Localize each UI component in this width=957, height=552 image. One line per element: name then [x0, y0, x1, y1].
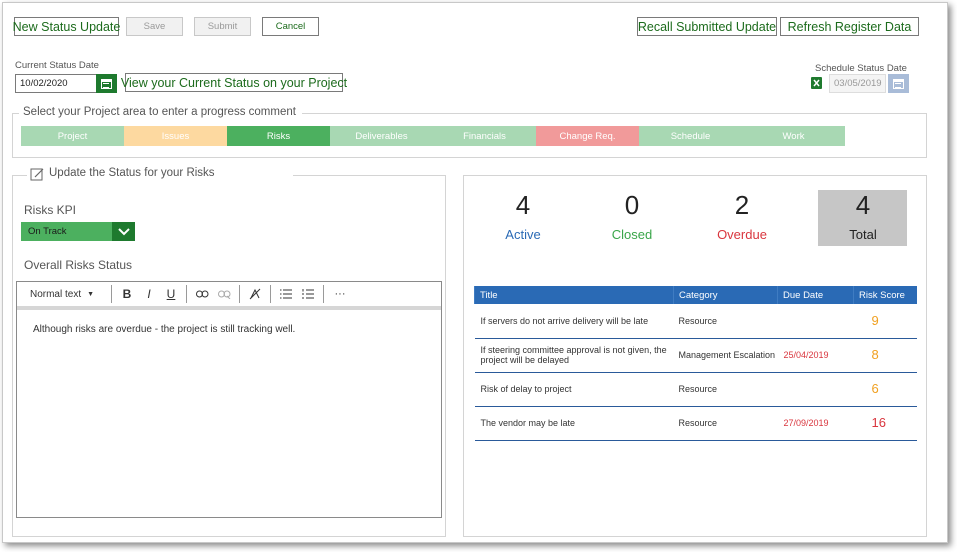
calendar-button[interactable]: [96, 74, 117, 93]
rich-text-editor[interactable]: Normal text ▼ B I U ··· Although risks a…: [16, 281, 442, 518]
bullet-list-icon[interactable]: [275, 284, 297, 304]
table-row[interactable]: Risk of delay to project Resource 6: [474, 372, 917, 407]
clear-formatting-icon[interactable]: [244, 284, 266, 304]
risk-title-cell: Risk of delay to project: [474, 372, 674, 407]
refresh-register-data-button[interactable]: Refresh Register Data: [780, 17, 919, 36]
schedule-status-date-label: Schedule Status Date: [815, 63, 907, 74]
overall-risks-status-label: Overall Risks Status: [24, 258, 133, 272]
column-header-risk-score[interactable]: Risk Score: [853, 286, 917, 304]
table-row[interactable]: If servers do not arrive delivery will b…: [474, 304, 917, 339]
risk-due-date-cell: 25/04/2019: [777, 338, 854, 373]
risk-due-date-cell: [777, 304, 854, 339]
risk-score-cell: 8: [853, 338, 917, 373]
cancel-button[interactable]: Cancel: [262, 17, 319, 36]
tab-risks[interactable]: Risks: [227, 126, 330, 146]
bold-button[interactable]: B: [116, 284, 138, 304]
update-status-legend: Update the Status for your Risks: [27, 167, 293, 179]
italic-button[interactable]: I: [138, 284, 160, 304]
view-current-status-button[interactable]: View your Current Status on your Project: [121, 73, 347, 92]
toolbar-divider: [270, 285, 271, 303]
table-row[interactable]: The vendor may be late Resource 27/09/2019…: [474, 406, 917, 441]
risk-category-cell: Resource: [673, 406, 778, 441]
tab-financials[interactable]: Financials: [433, 126, 536, 146]
closed-label: Closed: [611, 227, 653, 242]
risk-score-cell: 9: [853, 304, 917, 339]
edit-icon: [30, 168, 44, 181]
project-area-legend: Select your Project area to enter a prog…: [19, 106, 302, 118]
toolbar-divider: [323, 285, 324, 303]
numbered-list-icon[interactable]: [297, 284, 319, 304]
more-options-button[interactable]: ···: [328, 284, 352, 304]
unlink-icon[interactable]: [213, 284, 235, 304]
risk-category-cell: Management Escalation: [673, 338, 778, 373]
text-style-value: Normal text: [29, 288, 82, 300]
column-header-category[interactable]: Category: [673, 286, 778, 304]
column-header-due-date[interactable]: Due Date: [777, 286, 854, 304]
chevron-down-icon[interactable]: [112, 222, 135, 241]
total-label: Total: [849, 227, 877, 242]
tab-deliverables[interactable]: Deliverables: [330, 126, 433, 146]
link-icon[interactable]: [191, 284, 213, 304]
overdue-count: 2: [734, 190, 750, 220]
risks-kpi-select[interactable]: On Track: [21, 222, 135, 241]
editor-content[interactable]: Although risks are overdue - the project…: [33, 324, 295, 335]
risk-due-date-cell: 27/09/2019: [777, 406, 854, 441]
tab-project[interactable]: Project: [21, 126, 124, 146]
schedule-status-date-input: 03/05/2019: [829, 74, 886, 93]
calendar-icon: [101, 78, 112, 89]
recall-submitted-update-button[interactable]: Recall Submitted Update: [637, 17, 777, 36]
risks-table: Title Category Due Date Risk Score If se…: [474, 286, 917, 441]
risk-title-cell: If steering committee approval is not gi…: [474, 338, 674, 373]
editor-toolbar: Normal text ▼ B I U ···: [17, 282, 441, 310]
caret-down-icon: ▼: [87, 290, 95, 298]
table-row[interactable]: If steering committee approval is not gi…: [474, 338, 917, 373]
closed-count: 0: [624, 190, 640, 220]
new-status-update-button[interactable]: New Status Update: [13, 17, 120, 36]
tab-schedule[interactable]: Schedule: [639, 126, 742, 146]
overdue-label: Overdue: [717, 227, 767, 242]
current-status-date-input[interactable]: 10/02/2020: [15, 74, 97, 93]
project-area-tabs: Project Issues Risks Deliverables Financials…: [21, 126, 845, 146]
save-button[interactable]: Save: [126, 17, 183, 36]
tab-issues[interactable]: Issues: [124, 126, 227, 146]
table-header-row: Title Category Due Date Risk Score: [474, 286, 917, 304]
app-frame: New Status Update Save Submit Cancel Rec…: [2, 2, 948, 543]
submit-button[interactable]: Submit: [194, 17, 251, 36]
risk-title-cell: If servers do not arrive delivery will b…: [474, 304, 674, 339]
tab-change-req[interactable]: Change Req.: [536, 126, 639, 146]
risk-category-cell: Resource: [673, 372, 778, 407]
risks-kpi-value: On Track: [28, 226, 67, 237]
risk-category-cell: Resource: [673, 304, 778, 339]
active-count: 4: [515, 190, 531, 220]
schedule-calendar-button: [888, 74, 909, 93]
risks-kpi-label: Risks KPI: [24, 203, 77, 217]
risk-score-cell: 16: [853, 406, 917, 441]
column-header-title[interactable]: Title: [474, 286, 674, 304]
excel-icon: [811, 77, 822, 89]
risk-score-cell: 6: [853, 372, 917, 407]
underline-button[interactable]: U: [160, 284, 182, 304]
active-label: Active: [505, 227, 541, 242]
text-style-select[interactable]: Normal text ▼: [17, 284, 107, 304]
toolbar-divider: [111, 285, 112, 303]
current-status-date-label: Current Status Date: [15, 60, 99, 71]
toolbar-divider: [239, 285, 240, 303]
tab-work[interactable]: Work: [742, 126, 845, 146]
calendar-icon: [893, 78, 904, 89]
total-count: 4: [855, 190, 871, 220]
risk-title-cell: The vendor may be late: [474, 406, 674, 441]
risk-due-date-cell: [777, 372, 854, 407]
toolbar-divider: [186, 285, 187, 303]
